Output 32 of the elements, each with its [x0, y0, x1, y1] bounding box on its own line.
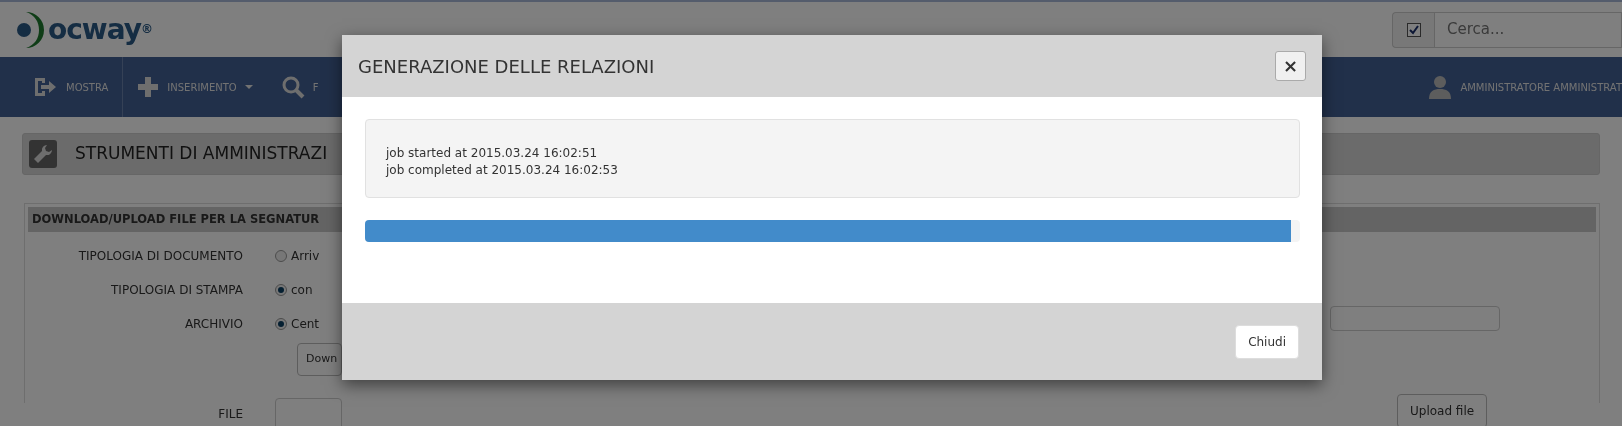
field-label: FILE [217, 405, 244, 423]
input-field[interactable] [1330, 306, 1500, 331]
close-button[interactable]: × [1275, 51, 1306, 81]
wrench-icon [33, 144, 53, 164]
modal-title: GENERAZIONE DELLE RELAZIONI [358, 54, 655, 79]
search-icon [280, 75, 305, 99]
close-button[interactable]: Chiudi [1235, 324, 1299, 359]
plus-icon [137, 76, 160, 98]
nav-link[interactable]: F [312, 79, 319, 95]
checkbox-icon[interactable] [1406, 22, 1421, 37]
search-field[interactable]: Cerca... [1434, 11, 1622, 48]
log-line: job started at 2015.03.24 16:02:51 [386, 145, 599, 162]
exit-icon [32, 76, 58, 98]
user-menu[interactable]: AMMINISTRATORE AMMINISTRAT [1460, 79, 1622, 95]
upload-button[interactable]: Upload file [1397, 394, 1488, 426]
radio-label: Cent [291, 316, 320, 334]
radio-label: con [291, 282, 313, 300]
radio-label: Arriv [291, 248, 320, 266]
field-label: TIPOLOGIA DI DOCUMENTO [77, 248, 244, 266]
field-label: ARCHIVIO [183, 316, 244, 334]
file-field[interactable] [275, 397, 342, 426]
page-title: STRUMENTI DI AMMINISTRAZI [75, 142, 328, 166]
radio-button[interactable] [275, 284, 287, 297]
log-line: job completed at 2015.03.24 16:02:53 [386, 162, 619, 179]
nav-link[interactable]: INSERIMENTO [167, 79, 253, 95]
radio-button[interactable] [275, 318, 287, 331]
download-button[interactable]: Down [297, 343, 343, 376]
logo-text: ocway$^{®}$ [48, 15, 152, 44]
radio-button[interactable] [275, 250, 287, 263]
field-label: TIPOLOGIA DI STAMPA [110, 282, 244, 300]
nav-link[interactable]: MOSTRA [66, 79, 109, 95]
user-icon [1428, 75, 1453, 99]
